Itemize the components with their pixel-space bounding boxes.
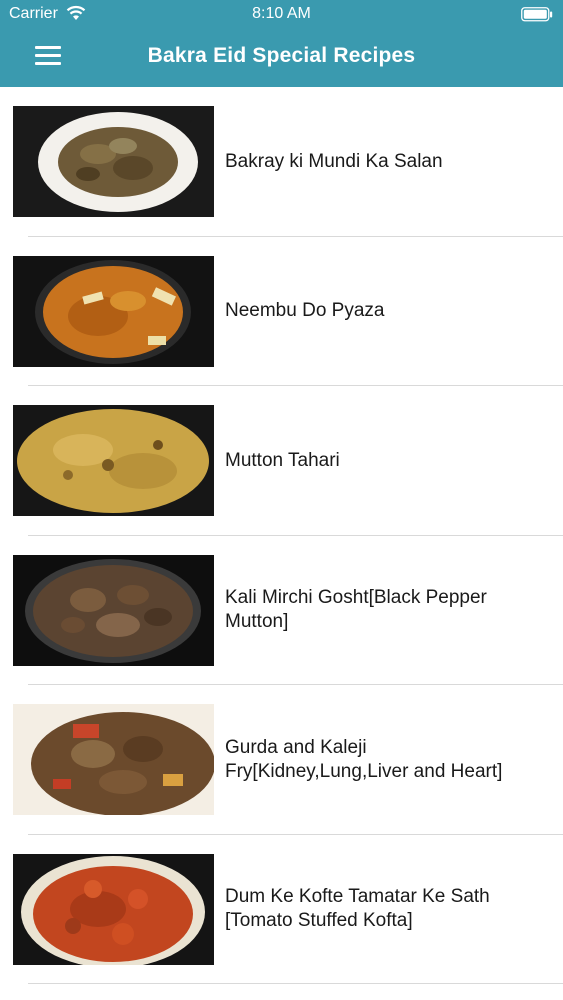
recipe-thumbnail <box>13 554 214 666</box>
list-item[interactable]: Dum Ke Kofte Tamatar Ke Sath [Tomato Stu… <box>0 835 563 984</box>
recipe-title: Gurda and Kaleji Fry[Kidney,Lung,Liver a… <box>225 736 503 782</box>
list-item[interactable]: Gurda and Kaleji Fry[Kidney,Lung,Liver a… <box>0 685 563 835</box>
recipe-thumbnail <box>13 255 214 367</box>
recipe-thumbnail <box>13 405 214 516</box>
navigation-bar: Carrier 8:10 AM Bakra Eid Special Recipe… <box>0 0 563 87</box>
list-item[interactable]: Neembu Do Pyaza <box>0 237 563 386</box>
list-item[interactable]: Mutton Tahari <box>0 386 563 536</box>
status-bar: Carrier 8:10 AM <box>0 0 563 30</box>
recipe-title: Bakray ki Mundi Ka Salan <box>225 150 443 172</box>
recipe-thumbnail <box>13 853 214 965</box>
row-divider <box>28 983 563 984</box>
recipe-list: Bakray ki Mundi Ka Salan Neembu Do Pyaza <box>0 87 563 984</box>
recipe-title: Kali Mirchi Gosht[Black Pepper Mutton] <box>225 587 487 632</box>
recipe-thumbnail <box>13 106 214 217</box>
battery-icon <box>521 7 553 22</box>
page-title: Bakra Eid Special Recipes <box>147 44 416 67</box>
list-item[interactable]: Bakray ki Mundi Ka Salan <box>0 87 563 237</box>
recipe-title: Dum Ke Kofte Tamatar Ke Sath [Tomato Stu… <box>225 886 490 931</box>
list-item[interactable]: Kali Mirchi Gosht[Black Pepper Mutton] <box>0 536 563 685</box>
clock: 8:10 AM <box>252 5 311 22</box>
recipe-thumbnail <box>13 704 214 815</box>
recipe-title: Neembu Do Pyaza <box>225 300 385 321</box>
recipe-title: Mutton Tahari <box>225 449 340 471</box>
